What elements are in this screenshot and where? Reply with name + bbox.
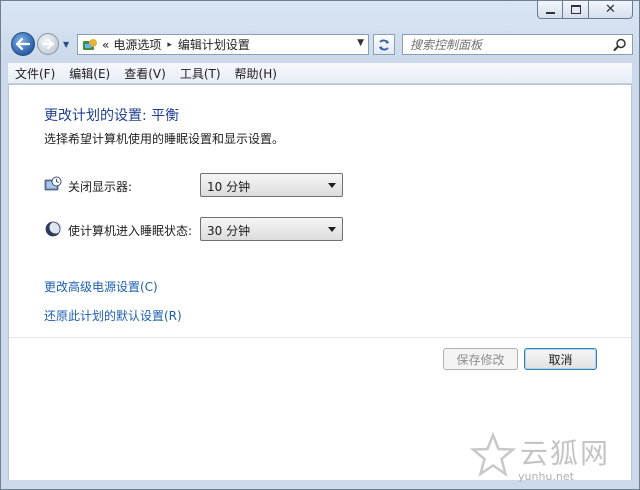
close-icon: ✕	[605, 2, 616, 17]
menu-help[interactable]: 帮助(H)	[228, 65, 284, 82]
maximize-icon	[570, 5, 581, 14]
refresh-button[interactable]	[373, 34, 395, 55]
back-button[interactable]	[11, 32, 35, 56]
minimize-icon	[545, 11, 555, 14]
maximize-button[interactable]	[563, 1, 589, 19]
breadcrumb-edit-plan[interactable]: 编辑计划设置	[178, 36, 250, 53]
chevron-down-icon	[328, 227, 336, 232]
page-subtitle: 选择希望计算机使用的睡眠设置和显示设置。	[44, 132, 285, 146]
watermark-text: 云狐网	[520, 437, 611, 470]
control-panel-icon	[83, 38, 97, 50]
display-off-select[interactable]: 10 分钟	[200, 173, 343, 197]
menu-view[interactable]: 查看(V)	[117, 65, 173, 82]
arrow-left-icon	[16, 38, 30, 50]
watermark: 云狐网 yunhu.net	[470, 430, 640, 490]
menu-bar: 文件(F) 编辑(E) 查看(V) 工具(T) 帮助(H)	[8, 63, 632, 84]
display-off-label: 关闭显示器:	[68, 180, 133, 194]
control-panel-window: ✕ ▼ « 电源选项 ▸ 编辑计划设置 ▼ 搜索控制面板 文件(F) 编辑(E)…	[0, 0, 640, 490]
search-input[interactable]: 搜索控制面板	[410, 36, 482, 53]
monitor-clock-icon	[44, 176, 62, 191]
caption-buttons: ✕	[537, 1, 633, 19]
star-logo-icon	[470, 432, 516, 477]
breadcrumb-power-options[interactable]: 电源选项	[113, 36, 161, 53]
search-box[interactable]: 搜索控制面板	[402, 34, 633, 55]
setting-row-sleep: 使计算机进入睡眠状态: 30 分钟	[44, 217, 604, 241]
menu-tools[interactable]: 工具(T)	[173, 65, 228, 82]
page-title: 更改计划的设置: 平衡	[44, 108, 180, 124]
refresh-icon	[379, 39, 389, 50]
menu-file[interactable]: 文件(F)	[8, 65, 62, 82]
address-dropdown-icon[interactable]: ▼	[357, 38, 364, 48]
close-button[interactable]: ✕	[589, 1, 633, 19]
forward-button[interactable]	[37, 33, 59, 55]
breadcrumb-overflow[interactable]: «	[102, 38, 109, 52]
advanced-power-settings-link[interactable]: 更改高级电源设置(C)	[44, 278, 158, 295]
recent-pages-dropdown[interactable]: ▼	[63, 40, 69, 49]
arrow-right-icon	[42, 39, 54, 49]
sleep-label: 使计算机进入睡眠状态:	[68, 224, 193, 238]
sleep-value: 30 分钟	[207, 224, 251, 238]
cancel-button[interactable]: 取消	[524, 348, 597, 370]
moon-icon	[45, 221, 62, 237]
watermark-url: yunhu.net	[518, 470, 574, 483]
content-pane: 更改计划的设置: 平衡 选择希望计算机使用的睡眠设置和显示设置。 关闭显示器: …	[8, 84, 632, 480]
minimize-button[interactable]	[537, 1, 563, 19]
address-bar[interactable]: « 电源选项 ▸ 编辑计划设置 ▼	[77, 34, 369, 55]
sleep-select[interactable]: 30 分钟	[200, 217, 343, 241]
search-icon[interactable]	[613, 38, 627, 52]
display-off-value: 10 分钟	[207, 180, 251, 194]
chevron-down-icon	[328, 183, 336, 188]
breadcrumb-separator[interactable]: ▸	[167, 40, 172, 50]
menu-edit[interactable]: 编辑(E)	[62, 65, 117, 82]
setting-row-display-off: 关闭显示器: 10 分钟	[44, 173, 604, 197]
save-changes-button[interactable]: 保存修改	[443, 348, 518, 370]
navigation-bar: ▼ « 电源选项 ▸ 编辑计划设置 ▼ 搜索控制面板	[9, 31, 633, 59]
restore-defaults-link[interactable]: 还原此计划的默认设置(R)	[44, 307, 182, 324]
